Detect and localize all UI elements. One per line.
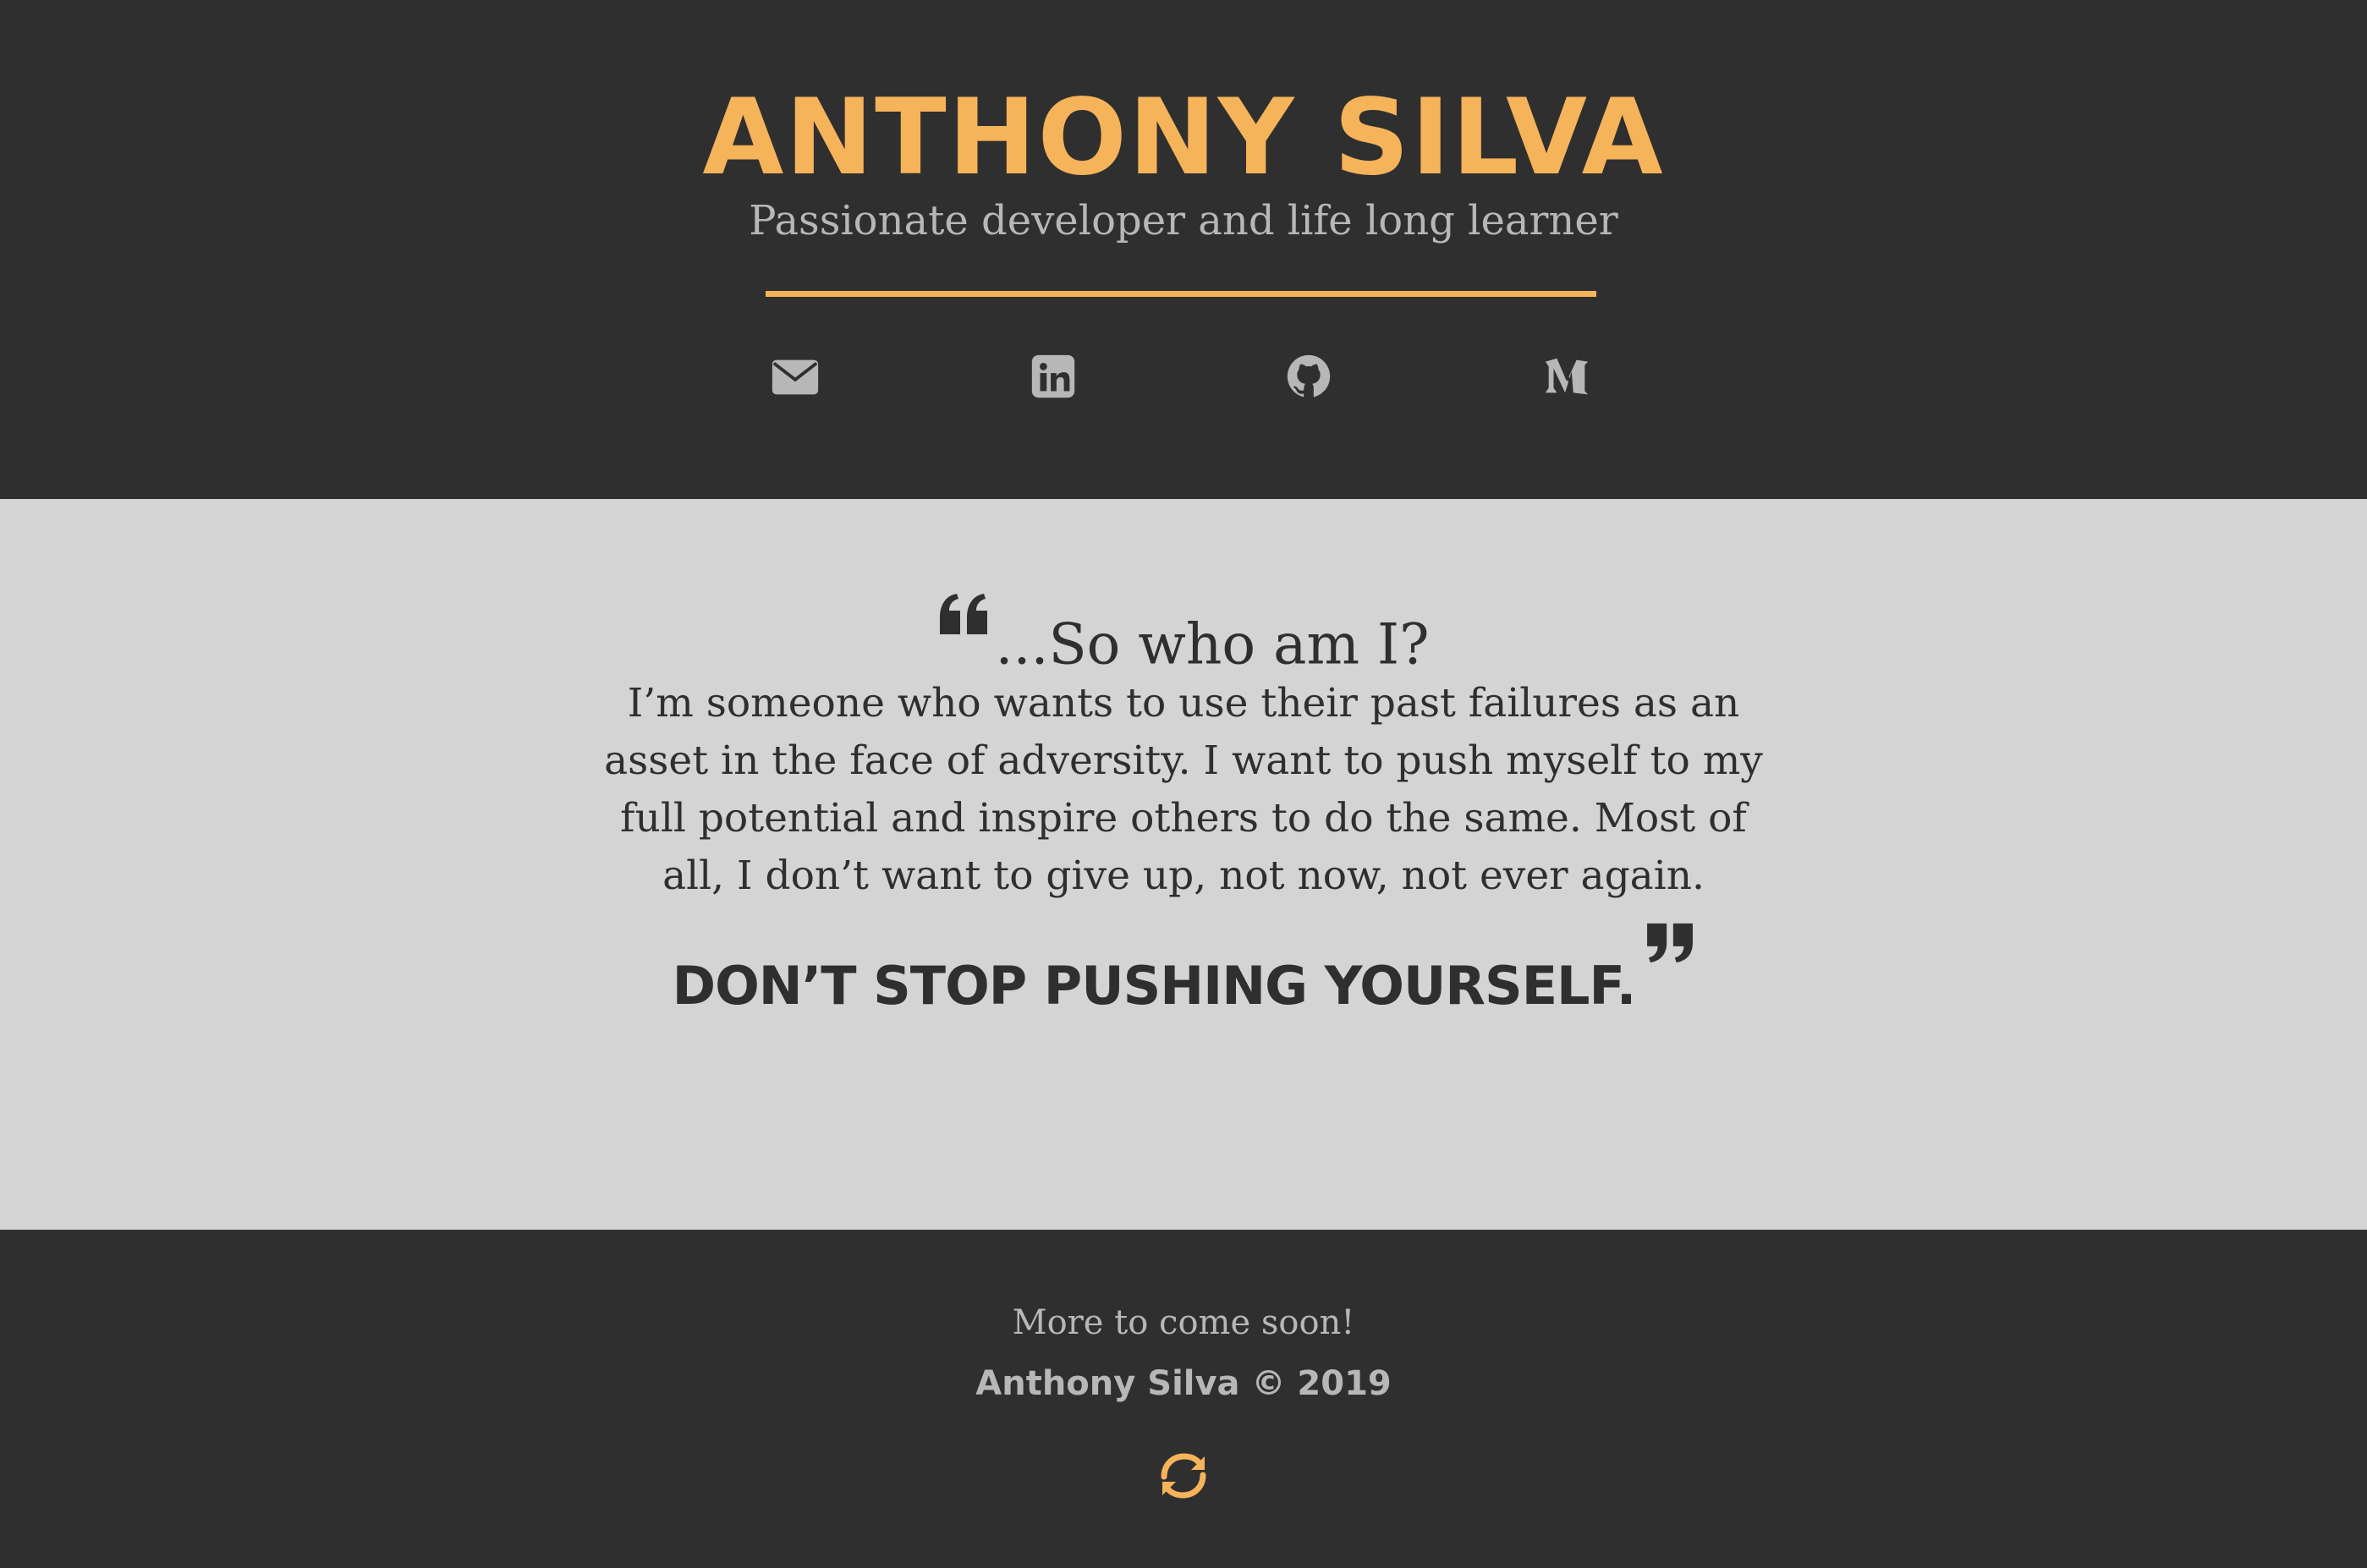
github-icon bbox=[1287, 354, 1331, 398]
medium-link[interactable] bbox=[1537, 347, 1596, 406]
quote-close-icon bbox=[1647, 923, 1694, 963]
site-title: ANTHONY SILVA bbox=[702, 77, 1665, 199]
linkedin-icon bbox=[1031, 354, 1075, 398]
site-header: ANTHONY SILVA Passionate developer and l… bbox=[0, 0, 2367, 499]
site-footer: More to come soon! Anthony Silva © 2019 bbox=[0, 1230, 2367, 1568]
email-link[interactable] bbox=[766, 347, 825, 406]
about-heading-text: ...So who am I? bbox=[995, 611, 1430, 677]
github-link[interactable] bbox=[1279, 347, 1338, 406]
medium-icon bbox=[1545, 358, 1589, 395]
about-motto: DON’T STOP PUSHING YOURSELF. bbox=[0, 922, 2367, 1024]
site-tagline: Passionate developer and life long learn… bbox=[749, 197, 1618, 244]
about-section: ...So who am I? I’m someone who wants to… bbox=[0, 499, 2367, 1230]
envelope-icon bbox=[772, 359, 819, 395]
about-paragraph: I’m someone who wants to use their past … bbox=[604, 680, 1763, 899]
about-motto-text: DON’T STOP PUSHING YOURSELF. bbox=[672, 954, 1637, 1017]
quote-open-icon bbox=[939, 594, 987, 634]
linkedin-link[interactable] bbox=[1024, 347, 1083, 406]
footer-note: More to come soon! bbox=[1012, 1303, 1355, 1342]
about-heading: ...So who am I? bbox=[0, 592, 2367, 683]
header-divider bbox=[766, 291, 1596, 297]
refresh-icon[interactable] bbox=[1154, 1446, 1213, 1505]
footer-copyright: Anthony Silva © 2019 bbox=[975, 1364, 1392, 1403]
